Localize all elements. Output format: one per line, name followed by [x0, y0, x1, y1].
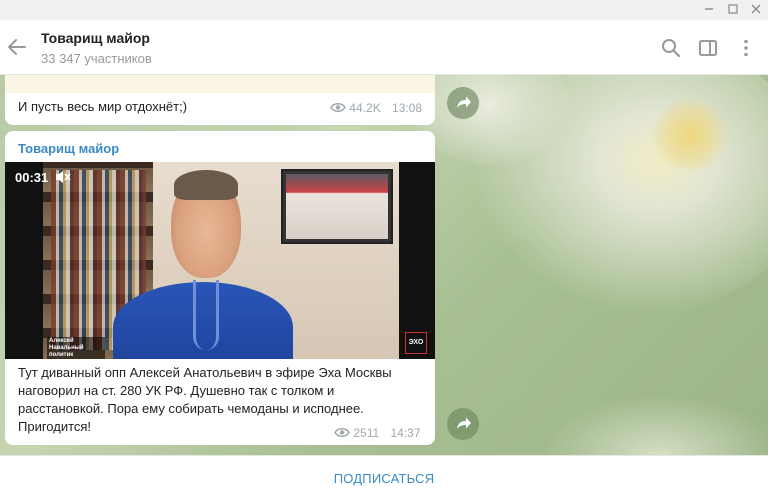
previous-media-strip: [5, 75, 435, 93]
video-frame: [43, 162, 399, 359]
message-time: 14:37: [390, 426, 421, 440]
window-titlebar: [0, 0, 768, 20]
views-icon: [330, 102, 346, 116]
sender-name[interactable]: Товарищ майор: [18, 141, 119, 156]
close-window-icon[interactable]: [743, 0, 768, 20]
sidebar-toggle-icon[interactable]: [697, 37, 719, 59]
message-meta: 44.2K 13:08: [330, 101, 422, 116]
views-count: 2511: [353, 426, 380, 440]
muted-speaker-icon[interactable]: [54, 169, 72, 185]
message-bubble[interactable]: Товарищ майор 00:31 Алексей Навальный по…: [5, 131, 435, 445]
message-meta: 2511 14:37: [334, 426, 421, 441]
subscribe-bar: ПОДПИСАТЬСЯ: [0, 455, 768, 498]
share-button[interactable]: [447, 408, 479, 440]
share-button[interactable]: [447, 87, 479, 119]
more-menu-icon[interactable]: [735, 37, 757, 59]
minimize-icon[interactable]: [696, 0, 722, 20]
video-duration: 00:31: [15, 170, 49, 185]
chat-title[interactable]: Товарищ майор: [41, 30, 150, 46]
chat-header: Товарищ майор 33 347 участников: [0, 20, 768, 75]
channel-logo: ЭХО: [405, 332, 427, 354]
share-arrow-icon: [457, 96, 471, 108]
message-bubble[interactable]: И пусть весь мир отдохнёт;) 44.2K 13:08: [5, 93, 435, 125]
message-time: 13:08: [392, 101, 423, 115]
views-count: 44.2K: [349, 101, 381, 115]
back-arrow-icon[interactable]: [6, 36, 28, 58]
chat-area[interactable]: И пусть весь мир отдохнёт;) 44.2K 13:08 …: [0, 75, 768, 455]
search-icon[interactable]: [660, 37, 682, 59]
video-name-plate: Алексей Навальный политик: [47, 337, 105, 359]
message-text: И пусть весь мир отдохнёт;): [18, 99, 188, 114]
member-count: 33 347 участников: [41, 51, 152, 66]
subscribe-button[interactable]: ПОДПИСАТЬСЯ: [334, 471, 435, 486]
video-player[interactable]: 00:31 Алексей Навальный политик ЭХО: [5, 162, 435, 359]
views-icon: [334, 427, 350, 441]
share-arrow-icon: [457, 417, 471, 429]
